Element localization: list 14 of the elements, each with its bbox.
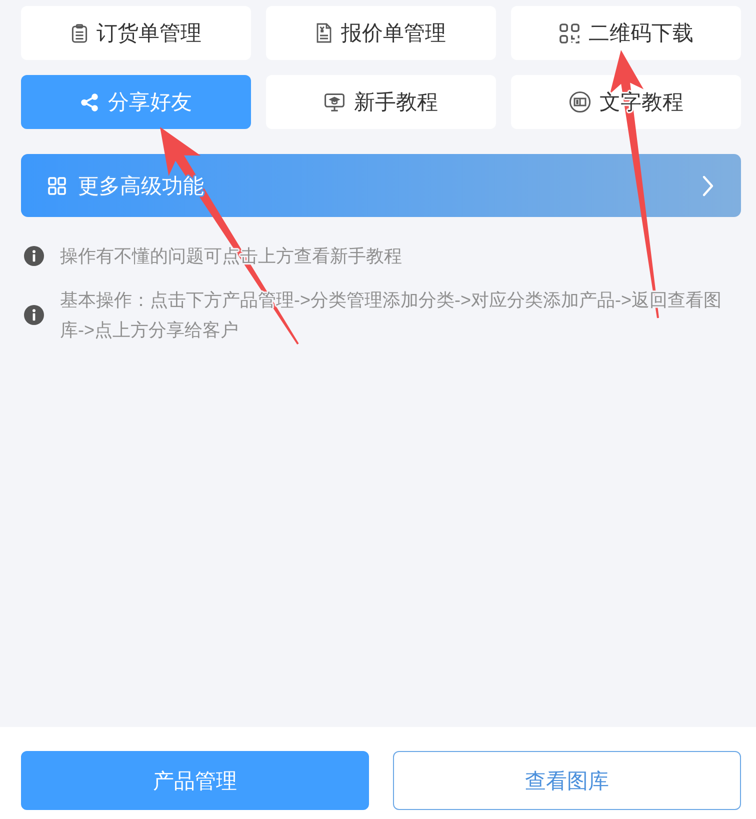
clipboard-icon — [70, 24, 88, 42]
book-circle-icon — [568, 91, 590, 113]
feature-button[interactable]: 订货单管理 — [21, 6, 251, 60]
feature-button[interactable]: 新手教程 — [266, 75, 496, 129]
info-icon — [24, 246, 44, 266]
feature-button[interactable]: 二维码下载 — [511, 6, 741, 60]
chevron-right-icon — [702, 174, 714, 196]
info-icon — [24, 305, 44, 325]
document-icon — [316, 23, 332, 43]
grid-icon — [48, 176, 66, 194]
qr-code-icon — [558, 22, 580, 44]
share-icon — [80, 92, 99, 112]
feature-button[interactable]: 报价单管理 — [266, 6, 496, 60]
monitor-icon — [324, 92, 345, 112]
